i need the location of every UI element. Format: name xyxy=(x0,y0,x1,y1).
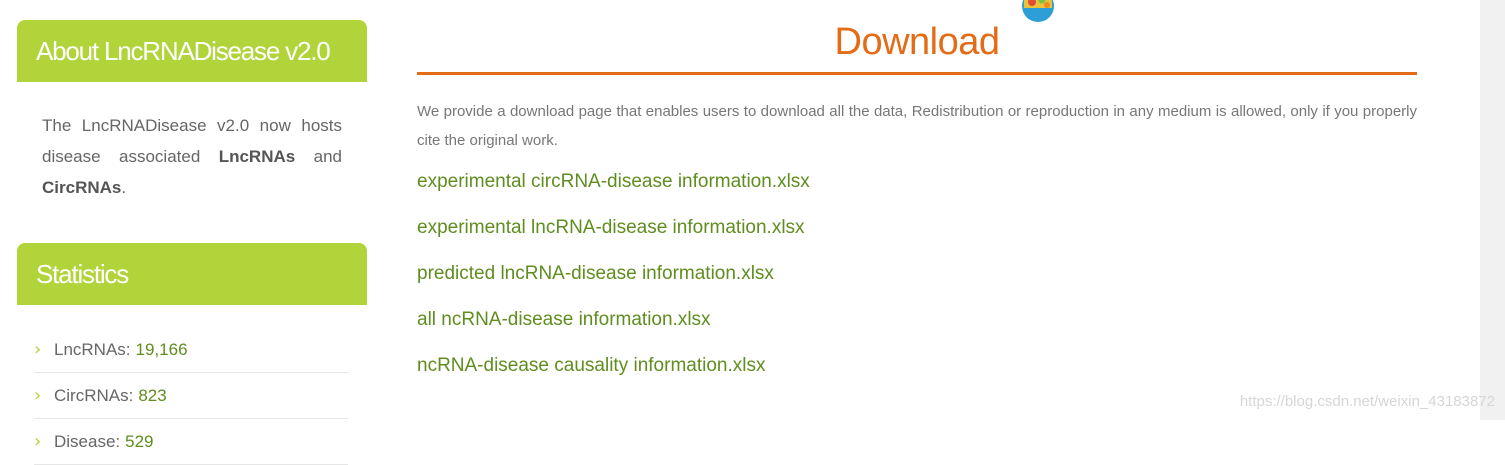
stat-value: 19,166 xyxy=(135,339,188,359)
stat-label: Disease: xyxy=(54,431,121,451)
download-link-experimental-lncrna[interactable]: experimental lncRNA-disease information.… xyxy=(417,216,1417,262)
chevron-right-icon: › xyxy=(34,431,42,452)
watermark: https://blog.csdn.net/weixin_43183872 xyxy=(1239,393,1495,410)
stat-label: LncRNAs: xyxy=(54,339,131,359)
list-item: experimental circRNA-disease information… xyxy=(417,170,1417,216)
statistics-list: › LncRNAs: 19,166 › CircRNAs: 823 › Dise… xyxy=(17,305,367,465)
chevron-right-icon: › xyxy=(34,339,42,360)
about-bold-lncrnas: LncRNAs xyxy=(218,147,296,166)
stat-value: 529 xyxy=(125,431,154,451)
statistics-panel-title: Statistics xyxy=(17,243,367,305)
list-item: predicted lncRNA-disease information.xls… xyxy=(417,262,1417,308)
sidebar: About LncRNADisease v2.0 The LncRNADisea… xyxy=(17,20,367,465)
stat-label: CircRNAs: xyxy=(54,385,134,405)
list-item: experimental lncRNA-disease information.… xyxy=(417,216,1417,262)
about-text-middle: and xyxy=(295,147,342,166)
page-scrollbar[interactable] xyxy=(1480,0,1505,420)
stat-item-lncrnas: › LncRNAs: 19,166 xyxy=(34,327,348,373)
list-item: all ncRNA-disease information.xlsx xyxy=(417,308,1417,354)
statistics-panel: Statistics › LncRNAs: 19,166 › CircRNAs:… xyxy=(17,243,367,465)
stat-item-disease: › Disease: 529 xyxy=(34,419,348,465)
page-title: Download xyxy=(834,21,1001,63)
about-description: The LncRNADisease v2.0 now hosts disease… xyxy=(17,82,367,221)
download-link-all-ncrna[interactable]: all ncRNA-disease information.xlsx xyxy=(417,308,1417,354)
about-panel-title: About LncRNADisease v2.0 xyxy=(17,20,367,82)
download-list: experimental circRNA-disease information… xyxy=(417,170,1417,400)
about-bold-circrnas: CircRNAs xyxy=(42,178,122,197)
stat-value: 823 xyxy=(138,385,167,405)
about-text-after: . xyxy=(121,178,127,197)
intro-text: We provide a download page that enables … xyxy=(417,103,1417,149)
title-divider xyxy=(417,72,1417,75)
about-panel: About LncRNADisease v2.0 The LncRNADisea… xyxy=(17,20,367,221)
download-link-predicted-lncrna[interactable]: predicted lncRNA-disease information.xls… xyxy=(417,262,1417,308)
download-link-experimental-circrna[interactable]: experimental circRNA-disease information… xyxy=(417,170,1417,216)
chevron-right-icon: › xyxy=(34,385,42,406)
stat-item-circrnas: › CircRNAs: 823 xyxy=(34,373,348,419)
main-content: Download We provide a download page that… xyxy=(417,0,1417,400)
